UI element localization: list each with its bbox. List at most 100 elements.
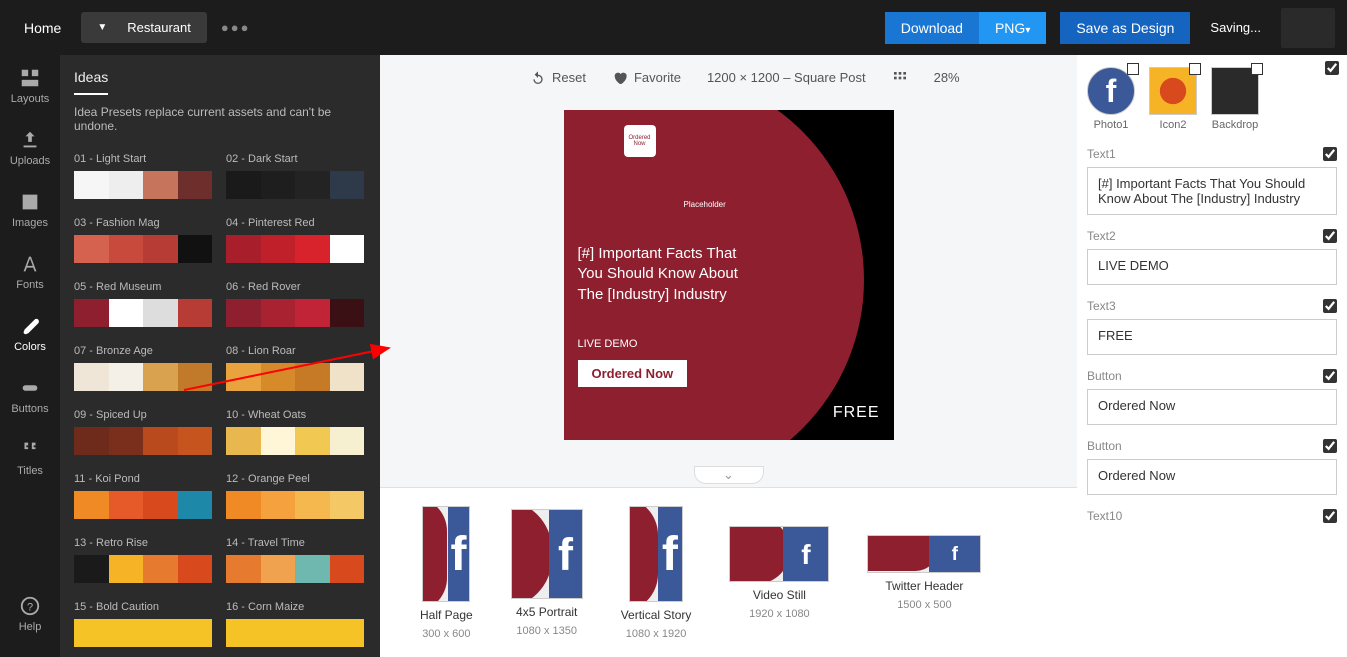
- svg-text:?: ?: [27, 602, 33, 614]
- rail-images[interactable]: Images: [12, 191, 48, 229]
- field-input[interactable]: LIVE DEMO: [1087, 249, 1337, 285]
- save-as-design-button[interactable]: Save as Design: [1060, 12, 1190, 44]
- asset-checkbox[interactable]: [1127, 63, 1139, 75]
- field-input[interactable]: [#] Important Facts That You Should Know…: [1087, 167, 1337, 215]
- palette-preset[interactable]: 06 - Red Rover: [226, 281, 364, 327]
- color-swatch: [226, 619, 261, 647]
- user-avatar[interactable]: [1281, 8, 1335, 48]
- color-swatch: [295, 171, 330, 199]
- palette-preset[interactable]: 04 - Pinterest Red: [226, 217, 364, 263]
- color-swatch: [261, 171, 296, 199]
- color-swatch: [295, 235, 330, 263]
- palette-preset[interactable]: 07 - Bronze Age: [74, 345, 212, 391]
- size-dim: 1500 x 500: [897, 599, 951, 611]
- palette-preset[interactable]: 05 - Red Museum: [74, 281, 212, 327]
- palette-preset[interactable]: 13 - Retro Rise: [74, 537, 212, 583]
- size-name: Vertical Story: [621, 608, 692, 622]
- placeholder-label: Placeholder: [684, 200, 726, 209]
- color-swatch: [178, 363, 213, 391]
- field-checkbox[interactable]: [1323, 509, 1337, 523]
- palette-preset[interactable]: 11 - Koi Pond: [74, 473, 212, 519]
- palette-label: 05 - Red Museum: [74, 281, 212, 293]
- size-preset[interactable]: fVideo Still1920 x 1080: [729, 526, 829, 620]
- field-checkbox[interactable]: [1323, 299, 1337, 313]
- canvas-preview[interactable]: Ordered Now Placeholder [#] Important Fa…: [564, 110, 894, 440]
- color-swatch: [330, 363, 365, 391]
- field-checkbox[interactable]: [1323, 439, 1337, 453]
- saving-status: Saving...: [1210, 20, 1261, 35]
- color-swatch: [109, 171, 144, 199]
- size-preset[interactable]: f4x5 Portrait1080 x 1350: [511, 509, 583, 637]
- color-swatch: [178, 427, 213, 455]
- field-input[interactable]: Ordered Now: [1087, 459, 1337, 495]
- color-swatch: [109, 363, 144, 391]
- asset-thumbnail[interactable]: Icon2: [1149, 67, 1197, 131]
- color-swatch: [226, 491, 261, 519]
- size-dim: 1080 x 1350: [516, 625, 577, 637]
- field-label: Text3: [1087, 299, 1337, 313]
- palette-preset[interactable]: 16 - Corn Maize: [226, 601, 364, 647]
- color-swatch: [178, 299, 213, 327]
- field-checkbox[interactable]: [1323, 229, 1337, 243]
- grid-toggle-icon[interactable]: [892, 70, 908, 86]
- palette-preset[interactable]: 12 - Orange Peel: [226, 473, 364, 519]
- rail-layouts[interactable]: Layouts: [11, 67, 50, 105]
- field-label: Button: [1087, 439, 1337, 453]
- field-checkbox[interactable]: [1323, 147, 1337, 161]
- asset-thumbnail[interactable]: fPhoto1: [1087, 67, 1135, 131]
- color-swatch: [295, 555, 330, 583]
- color-swatch: [226, 555, 261, 583]
- sidebar-tab-ideas[interactable]: Ideas: [74, 69, 108, 95]
- field-input[interactable]: FREE: [1087, 319, 1337, 355]
- field-checkbox[interactable]: [1323, 369, 1337, 383]
- color-swatch: [143, 171, 178, 199]
- download-button[interactable]: Download: [885, 12, 979, 44]
- project-dropdown[interactable]: ▼ Restaurant: [81, 12, 207, 43]
- palette-preset[interactable]: 08 - Lion Roar: [226, 345, 364, 391]
- rail-fonts[interactable]: Fonts: [16, 253, 44, 291]
- format-dropdown[interactable]: PNG▾: [979, 12, 1046, 44]
- more-menu-icon[interactable]: ●●●: [221, 20, 251, 35]
- palette-preset[interactable]: 01 - Light Start: [74, 153, 212, 199]
- favorite-button[interactable]: Favorite: [612, 70, 681, 86]
- color-swatch: [226, 363, 261, 391]
- size-name: Video Still: [753, 588, 806, 602]
- zoom-level[interactable]: 28%: [934, 70, 960, 85]
- asset-label: Icon2: [1160, 119, 1187, 131]
- rail-titles[interactable]: Titles: [17, 439, 43, 477]
- palette-label: 08 - Lion Roar: [226, 345, 364, 357]
- color-swatch: [330, 555, 365, 583]
- color-swatch: [330, 427, 365, 455]
- asset-checkbox[interactable]: [1251, 63, 1263, 75]
- color-swatch: [74, 491, 109, 519]
- reset-button[interactable]: Reset: [530, 70, 586, 86]
- size-preset[interactable]: fHalf Page300 x 600: [420, 506, 473, 640]
- asset-checkbox[interactable]: [1189, 63, 1201, 75]
- palette-preset[interactable]: 14 - Travel Time: [226, 537, 364, 583]
- color-swatch: [330, 491, 365, 519]
- palette-preset[interactable]: 10 - Wheat Oats: [226, 409, 364, 455]
- palette-preset[interactable]: 15 - Bold Caution: [74, 601, 212, 647]
- rail-uploads[interactable]: Uploads: [10, 129, 50, 167]
- color-swatch: [178, 619, 213, 647]
- color-swatch: [143, 235, 178, 263]
- palette-label: 02 - Dark Start: [226, 153, 364, 165]
- color-swatch: [143, 363, 178, 391]
- palette-label: 01 - Light Start: [74, 153, 212, 165]
- palette-preset[interactable]: 02 - Dark Start: [226, 153, 364, 199]
- rail-help[interactable]: ? Help: [19, 595, 42, 633]
- palette-label: 04 - Pinterest Red: [226, 217, 364, 229]
- size-preset[interactable]: fTwitter Header1500 x 500: [867, 535, 981, 611]
- rail-buttons[interactable]: Buttons: [11, 377, 48, 415]
- asset-thumbnail[interactable]: Backdrop: [1211, 67, 1259, 131]
- color-swatch: [295, 427, 330, 455]
- palette-preset[interactable]: 09 - Spiced Up: [74, 409, 212, 455]
- collapse-handle[interactable]: ⌄: [694, 466, 764, 484]
- size-preset[interactable]: fVertical Story1080 x 1920: [621, 506, 692, 640]
- assets-master-checkbox[interactable]: [1325, 61, 1339, 75]
- rail-colors[interactable]: Colors: [14, 315, 46, 353]
- palette-preset[interactable]: 03 - Fashion Mag: [74, 217, 212, 263]
- palette-label: 09 - Spiced Up: [74, 409, 212, 421]
- home-link[interactable]: Home: [12, 12, 73, 44]
- field-input[interactable]: Ordered Now: [1087, 389, 1337, 425]
